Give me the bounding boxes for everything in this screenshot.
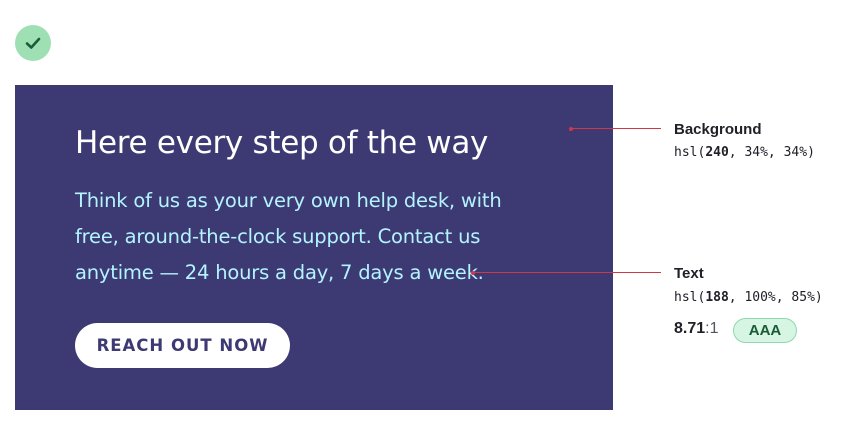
text-annotation-title: Text bbox=[674, 265, 704, 282]
help-card: Here every step of the way Think of us a… bbox=[15, 85, 613, 410]
text-leader-line bbox=[473, 272, 661, 273]
wcag-grade-badge: AAA bbox=[733, 318, 797, 343]
contrast-ratio: 8.71:1 bbox=[674, 320, 719, 337]
background-leader-line bbox=[571, 128, 661, 129]
check-icon bbox=[25, 37, 41, 49]
card-heading: Here every step of the way bbox=[75, 125, 489, 161]
text-annotation-value: hsl(188, 100%, 85%) bbox=[674, 290, 823, 305]
background-annotation-title: Background bbox=[674, 121, 762, 138]
background-annotation-value: hsl(240, 34%, 34%) bbox=[674, 145, 815, 160]
check-badge bbox=[15, 25, 51, 61]
card-body-text: Think of us as your very own help desk, … bbox=[75, 189, 502, 284]
reach-out-button[interactable]: REACH OUT NOW bbox=[75, 323, 290, 368]
